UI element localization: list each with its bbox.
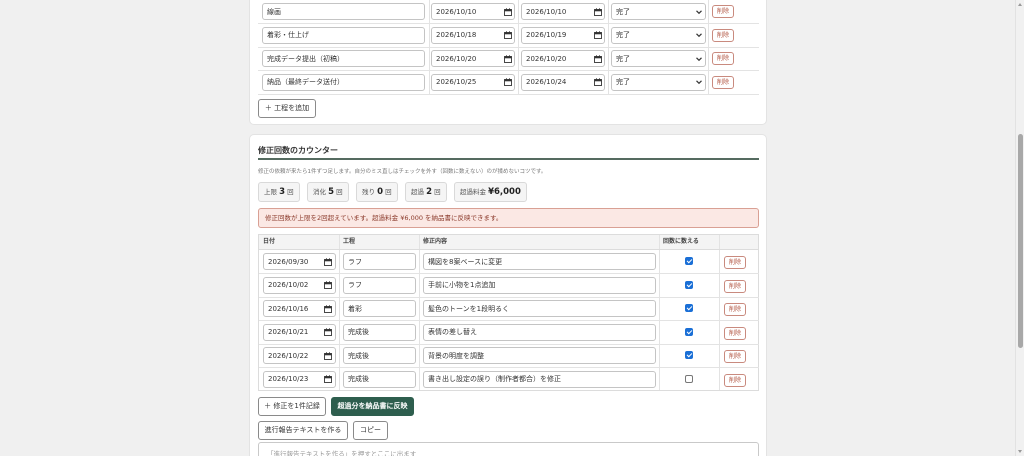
stat-over: 超過 2 回 bbox=[405, 182, 447, 202]
count-checkbox[interactable] bbox=[685, 257, 693, 265]
revision-date-input[interactable] bbox=[263, 253, 336, 270]
scroll-up-icon[interactable] bbox=[1018, 3, 1022, 6]
delete-button[interactable]: 削除 bbox=[712, 75, 734, 89]
col-divider bbox=[659, 235, 660, 249]
vertical-scrollbar[interactable] bbox=[1015, 0, 1024, 456]
end-date-input[interactable] bbox=[521, 3, 605, 20]
revision-date-input[interactable] bbox=[263, 300, 336, 317]
col-content: 修正内容 bbox=[423, 238, 448, 245]
apply-to-invoice-button[interactable]: 超過分を納品書に反映 bbox=[331, 397, 414, 416]
revision-date-input[interactable] bbox=[263, 276, 336, 294]
count-checkbox[interactable] bbox=[685, 351, 693, 359]
start-date-input[interactable] bbox=[431, 73, 515, 91]
phase-name-input[interactable] bbox=[262, 3, 425, 20]
delete-button[interactable]: 削除 bbox=[724, 279, 746, 293]
count-checkbox[interactable] bbox=[685, 327, 693, 336]
row-divider bbox=[258, 70, 759, 71]
revision-table-header: 日付 工程 修正内容 回数に数える bbox=[258, 234, 759, 250]
col-divider bbox=[719, 235, 720, 249]
col-divider bbox=[708, 0, 709, 95]
scrollbar-thumb[interactable] bbox=[1018, 134, 1023, 348]
revision-table-body: 削除削除削除削除削除削除 bbox=[258, 250, 759, 391]
page: 完了削除完了削除完了削除完了削除 ＋ 工程を追加 修正回数のカウンター 修正の依… bbox=[0, 0, 1024, 456]
make-report-button[interactable]: 進行報告テキストを作る bbox=[258, 421, 348, 440]
count-checkbox[interactable] bbox=[685, 374, 693, 383]
revision-phase-input[interactable] bbox=[343, 347, 416, 364]
revision-date-input[interactable] bbox=[263, 347, 336, 364]
row-divider bbox=[259, 367, 759, 368]
delete-button[interactable]: 削除 bbox=[712, 5, 734, 18]
revision-content-input[interactable] bbox=[423, 323, 656, 341]
row-divider bbox=[259, 273, 759, 274]
start-date-input[interactable] bbox=[431, 3, 515, 20]
revision-phase-input[interactable] bbox=[343, 370, 416, 388]
revision-phase-input[interactable] bbox=[343, 323, 416, 341]
stat-remaining: 残り 0 回 bbox=[356, 182, 398, 202]
row-divider bbox=[258, 46, 759, 48]
add-revision-button[interactable]: ＋ 修正を1件記録 bbox=[258, 397, 326, 416]
stat-over-fee: 超過料金 ¥6,000 bbox=[454, 182, 527, 202]
section-description: 修正の依頼が来たら1件ずつ足します。自分のミス直しはチェックを外す（回数に数えな… bbox=[258, 169, 547, 175]
phase-name-input[interactable] bbox=[262, 73, 425, 91]
delete-button[interactable]: 削除 bbox=[724, 303, 746, 316]
delete-button[interactable]: 削除 bbox=[724, 350, 746, 363]
count-checkbox[interactable] bbox=[685, 304, 693, 312]
revision-phase-input[interactable] bbox=[343, 276, 416, 294]
revision-phase-input[interactable] bbox=[343, 300, 416, 317]
schedule-card: 完了削除完了削除完了削除完了削除 ＋ 工程を追加 bbox=[249, 0, 767, 125]
delete-button[interactable]: 削除 bbox=[724, 373, 746, 387]
revision-content-input[interactable] bbox=[423, 276, 656, 294]
row-divider bbox=[259, 296, 759, 298]
add-phase-button[interactable]: ＋ 工程を追加 bbox=[258, 99, 316, 118]
col-phase: 工程 bbox=[343, 238, 356, 245]
delete-button[interactable]: 削除 bbox=[724, 256, 746, 269]
stat-used: 消化 5 回 bbox=[307, 182, 349, 202]
end-date-input[interactable] bbox=[521, 50, 605, 67]
revision-date-input[interactable] bbox=[263, 370, 336, 388]
end-date-input[interactable] bbox=[521, 73, 605, 91]
over-limit-alert: 修正回数が上限を2回超えています。超過料金 ¥6,000 を納品書に反映できます… bbox=[258, 208, 759, 228]
delete-button[interactable]: 削除 bbox=[712, 28, 734, 42]
phase-name-input[interactable] bbox=[262, 50, 425, 67]
delete-button[interactable]: 削除 bbox=[712, 52, 734, 65]
revision-content-input[interactable] bbox=[423, 253, 656, 270]
revision-counter-card: 修正回数のカウンター 修正の依頼が来たら1件ずつ足します。自分のミス直しはチェッ… bbox=[249, 134, 767, 456]
row-divider bbox=[259, 343, 759, 345]
phase-name-input[interactable] bbox=[262, 26, 425, 44]
title-divider bbox=[258, 158, 759, 160]
row-divider bbox=[258, 23, 759, 24]
col-divider bbox=[518, 0, 519, 95]
scroll-down-icon[interactable] bbox=[1018, 450, 1022, 453]
stat-limit: 上限 3 回 bbox=[258, 182, 300, 202]
revision-date-input[interactable] bbox=[263, 323, 336, 341]
row-divider bbox=[259, 320, 759, 321]
status-select[interactable]: 完了 bbox=[611, 50, 706, 67]
col-divider bbox=[339, 235, 340, 249]
copy-button[interactable]: コピー bbox=[353, 421, 388, 440]
delete-button[interactable]: 削除 bbox=[724, 326, 746, 340]
section-title: 修正回数のカウンター bbox=[258, 146, 338, 155]
revision-content-input[interactable] bbox=[423, 300, 656, 317]
col-divider bbox=[419, 235, 420, 249]
row-divider bbox=[258, 93, 759, 95]
status-select[interactable]: 完了 bbox=[611, 3, 706, 20]
revision-content-input[interactable] bbox=[423, 347, 656, 364]
end-date-input[interactable] bbox=[521, 26, 605, 44]
status-select[interactable]: 完了 bbox=[611, 26, 706, 44]
status-select[interactable]: 完了 bbox=[611, 73, 706, 91]
col-count: 回数に数える bbox=[663, 238, 699, 245]
col-divider bbox=[429, 0, 430, 95]
count-checkbox[interactable] bbox=[685, 280, 693, 289]
start-date-input[interactable] bbox=[431, 50, 515, 67]
col-date: 日付 bbox=[263, 238, 276, 245]
revision-content-input[interactable] bbox=[423, 370, 656, 388]
report-output[interactable]: 「進行報告テキストを作る」を押すとここに出ます bbox=[258, 442, 759, 456]
start-date-input[interactable] bbox=[431, 26, 515, 44]
revision-phase-input[interactable] bbox=[343, 253, 416, 270]
col-divider bbox=[608, 0, 609, 95]
